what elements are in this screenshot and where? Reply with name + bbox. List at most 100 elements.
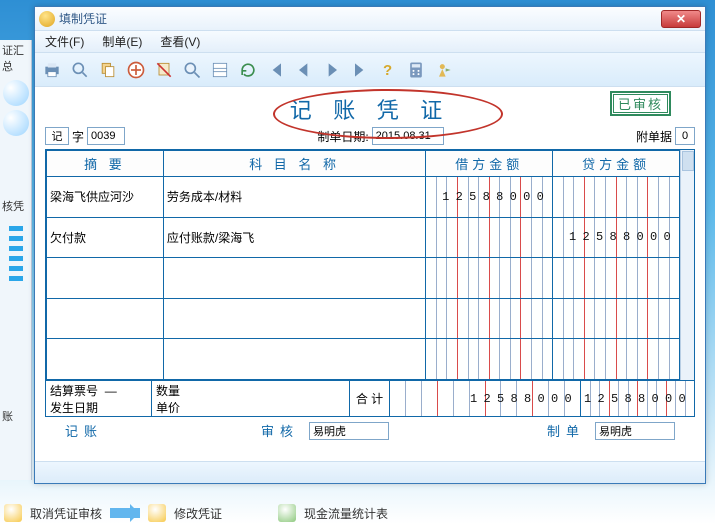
summary-cell[interactable]: [47, 339, 164, 380]
first-icon[interactable]: [263, 57, 289, 83]
qty-label: 数量: [156, 382, 345, 399]
signature-row: 记账 审核 制单: [45, 417, 695, 444]
table-row[interactable]: 欠付款应付账款/梁海飞 12588000: [47, 217, 680, 258]
col-subject-header: 科 目 名 称: [163, 151, 425, 177]
preview-icon[interactable]: [67, 57, 93, 83]
copy-icon[interactable]: [95, 57, 121, 83]
svg-text:?: ?: [383, 62, 392, 79]
word-label: 字: [72, 128, 84, 145]
attachment-count-input[interactable]: [675, 127, 695, 145]
amount-cell[interactable]: [426, 258, 553, 299]
task-cancel-audit[interactable]: 取消凭证审核: [30, 505, 102, 522]
exit-icon[interactable]: [431, 57, 457, 83]
task-icon[interactable]: [4, 504, 22, 522]
amount-value: [426, 258, 552, 298]
summary-cell[interactable]: [47, 298, 164, 339]
voucher-number-input[interactable]: [87, 127, 125, 145]
occur-date-label: 发生日期: [50, 399, 147, 416]
settle-no-label: 结算票号: [50, 384, 98, 398]
credit-total-cell: 12588000: [581, 381, 694, 416]
window-title: 填制凭证: [59, 10, 661, 27]
titlebar: 填制凭证 ✕: [35, 7, 705, 31]
amount-cell[interactable]: 12588000: [426, 177, 553, 218]
last-icon[interactable]: [347, 57, 373, 83]
summary-cell[interactable]: 欠付款: [47, 217, 164, 258]
left-panel-fragment: 证汇总 核凭 账: [0, 40, 32, 480]
summary-cell[interactable]: 梁海飞供应河沙: [47, 177, 164, 218]
calc-icon[interactable]: [403, 57, 429, 83]
task-cashflow-report[interactable]: 现金流量统计表: [304, 505, 388, 522]
add-icon[interactable]: [123, 57, 149, 83]
document-title: 记 账 凭 证: [45, 93, 695, 125]
table-row[interactable]: [47, 258, 680, 299]
book-label: 记账: [65, 421, 103, 440]
find-icon[interactable]: [179, 57, 205, 83]
menu-file[interactable]: 文件(F): [39, 31, 90, 52]
subject-cell[interactable]: [163, 258, 425, 299]
subject-cell[interactable]: 应付账款/梁海飞: [163, 217, 425, 258]
attachment-label: 附单据: [636, 128, 672, 145]
amount-cell[interactable]: 12588000: [553, 217, 680, 258]
toolbar: ?: [35, 53, 705, 87]
bottom-task-row: 取消凭证审核 修改凭证 现金流量统计表: [4, 504, 388, 522]
scroll-thumb[interactable]: [682, 151, 694, 171]
summary-cell[interactable]: [47, 258, 164, 299]
menu-make[interactable]: 制单(E): [96, 31, 148, 52]
amount-cell[interactable]: [426, 339, 553, 380]
table-row[interactable]: [47, 298, 680, 339]
next-icon[interactable]: [319, 57, 345, 83]
amount-value: [553, 299, 679, 339]
amount-cell[interactable]: [553, 339, 680, 380]
table-row[interactable]: 梁海飞供应河沙劳务成本/材料 12588000: [47, 177, 680, 218]
print-icon[interactable]: [39, 57, 65, 83]
side-orb-icon: [3, 110, 29, 136]
voucher-word-input[interactable]: [45, 127, 69, 145]
refresh-icon[interactable]: [235, 57, 261, 83]
help-icon[interactable]: ?: [375, 57, 401, 83]
delete-icon[interactable]: [151, 57, 177, 83]
subject-cell[interactable]: [163, 298, 425, 339]
voucher-window: 填制凭证 ✕ 文件(F) 制单(E) 查看(V) ? 记 账 凭 证 已审核 字: [34, 6, 706, 484]
amount-value: [426, 218, 552, 258]
subject-cell[interactable]: 劳务成本/材料: [163, 177, 425, 218]
table-row[interactable]: [47, 339, 680, 380]
frag-text: 核凭: [0, 196, 31, 216]
prev-icon[interactable]: [291, 57, 317, 83]
debit-total-value: 12588000: [390, 381, 580, 416]
maker-input[interactable]: [595, 422, 675, 440]
col-debit-header: 借方金额: [426, 151, 553, 177]
task-icon[interactable]: [278, 504, 296, 522]
app-icon: [39, 11, 55, 27]
amount-cell[interactable]: [553, 177, 680, 218]
audit-label: 审核: [261, 421, 299, 440]
make-date-input[interactable]: [372, 127, 444, 145]
auditor-input[interactable]: [309, 422, 389, 440]
frag-text: 证汇总: [0, 40, 31, 76]
credit-total-value: 12588000: [581, 381, 694, 416]
price-label: 单价: [156, 399, 345, 416]
maker-label: 制单: [547, 421, 585, 440]
amount-cell[interactable]: [553, 298, 680, 339]
settle-labels: 结算票号 — 发生日期: [46, 381, 152, 416]
voucher-table[interactable]: 摘 要 科 目 名 称 借方金额 贷方金额 梁海飞供应河沙劳务成本/材料 125…: [46, 150, 680, 380]
close-button[interactable]: ✕: [661, 10, 701, 28]
menubar: 文件(F) 制单(E) 查看(V): [35, 31, 705, 53]
menu-view[interactable]: 查看(V): [154, 31, 206, 52]
amount-cell[interactable]: [426, 298, 553, 339]
side-orb-icon: [3, 80, 29, 106]
dashed-arrow-icon: [9, 226, 23, 286]
subject-cell[interactable]: [163, 339, 425, 380]
settle-no-value: —: [105, 384, 117, 398]
amount-cell[interactable]: [553, 258, 680, 299]
col-credit-header: 贷方金额: [553, 151, 680, 177]
list-icon[interactable]: [207, 57, 233, 83]
totals-row: 结算票号 — 发生日期 数量 单价 合 计 12588000 12588000: [45, 381, 695, 417]
amount-value: [426, 299, 552, 339]
task-modify-voucher[interactable]: 修改凭证: [174, 505, 222, 522]
task-icon[interactable]: [148, 504, 166, 522]
voucher-grid: 摘 要 科 目 名 称 借方金额 贷方金额 梁海飞供应河沙劳务成本/材料 125…: [45, 149, 695, 381]
amount-value: 12588000: [553, 218, 679, 258]
vertical-scrollbar[interactable]: [680, 150, 694, 380]
amount-cell[interactable]: [426, 217, 553, 258]
amount-value: [553, 258, 679, 298]
